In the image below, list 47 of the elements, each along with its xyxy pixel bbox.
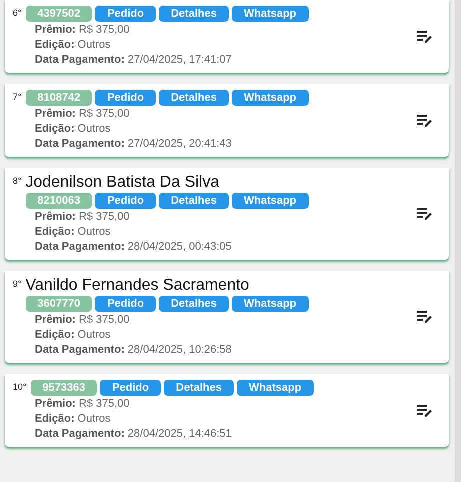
detail-line: Data Pagamento: 27/04/2025, 20:41:43 (35, 137, 233, 152)
action-button[interactable]: Detalhes (159, 296, 229, 312)
action-button[interactable]: Detalhes (159, 193, 229, 209)
detail-line: Data Pagamento: 28/04/2025, 14:46:51 (35, 427, 233, 442)
action-button[interactable]: Whatsapp (232, 6, 309, 22)
detail-line: Edição: Outros (35, 412, 112, 427)
edit-list-icon[interactable] (417, 114, 433, 128)
detail-line: Prêmio: R$ 375,00 (35, 313, 131, 328)
order-code-badge: 9573363 (30, 380, 98, 396)
detail-line: Prêmio: R$ 375,00 (35, 107, 131, 122)
detail-line: Prêmio: R$ 375,00 (35, 210, 131, 225)
action-button[interactable]: Whatsapp (236, 380, 314, 396)
customer-name: Jodenilson Batista Da Silva (26, 173, 220, 192)
order-code-badge: 4397502 (26, 6, 92, 22)
detail-line: Data Pagamento: 28/04/2025, 10:26:58 (35, 343, 233, 358)
action-button[interactable]: Pedido (95, 296, 156, 312)
rank-label: 7° (13, 91, 22, 104)
order-code-badge: 8108742 (26, 90, 92, 106)
action-button[interactable]: Whatsapp (232, 296, 309, 312)
detail-line: Edição: Outros (35, 225, 112, 240)
action-button[interactable]: Pedido (95, 6, 156, 22)
customer-name: Vanildo Fernandes Sacramento (26, 276, 250, 295)
detail-line: Data Pagamento: 28/04/2025, 00:43:05 (35, 240, 233, 255)
rank-label: 6° (13, 7, 22, 20)
detail-line: Data Pagamento: 27/04/2025, 17:41:07 (35, 53, 233, 68)
edit-list-icon[interactable] (417, 404, 433, 418)
rank-label: 9° (13, 278, 22, 291)
detail-line: Edição: Outros (35, 328, 112, 343)
action-button[interactable]: Pedido (95, 90, 156, 106)
order-code-badge: 8210063 (26, 193, 92, 209)
detail-line: Prêmio: R$ 375,00 (35, 23, 131, 38)
action-button[interactable]: Pedido (95, 193, 156, 209)
edit-list-icon[interactable] (417, 310, 433, 324)
rank-label: 8° (13, 175, 22, 188)
order-code-badge: 3607770 (26, 296, 92, 312)
rank-label: 10° (13, 381, 27, 394)
edit-list-icon[interactable] (417, 30, 433, 44)
action-button[interactable]: Detalhes (159, 6, 229, 22)
action-button[interactable]: Detalhes (164, 380, 234, 396)
detail-line: Prêmio: R$ 375,00 (35, 397, 131, 412)
action-button[interactable]: Whatsapp (232, 90, 309, 106)
action-button[interactable]: Detalhes (159, 90, 229, 106)
detail-line: Edição: Outros (35, 38, 112, 53)
action-button[interactable]: Pedido (100, 380, 162, 396)
action-button[interactable]: Whatsapp (232, 193, 309, 209)
edit-list-icon[interactable] (417, 207, 433, 221)
detail-line: Edição: Outros (35, 122, 112, 137)
